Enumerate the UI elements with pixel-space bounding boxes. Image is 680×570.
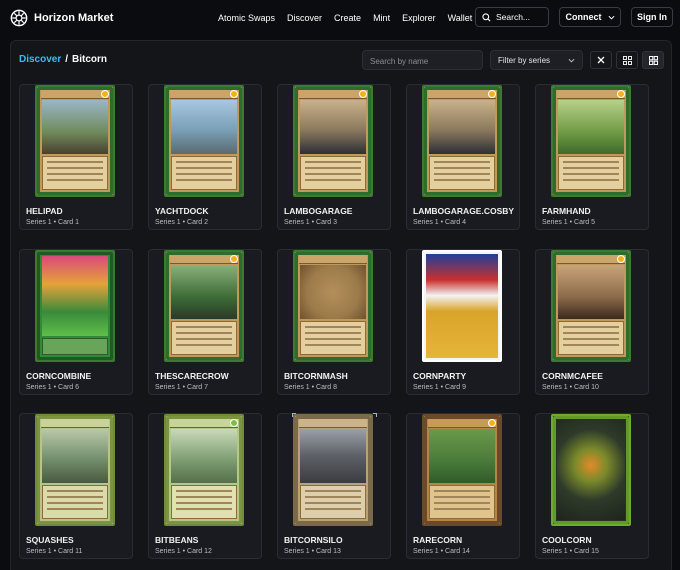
nft-card-lambogarage-cosby[interactable]: LAMBOGARAGE.COSBY Series 1 • Card 4 — [406, 84, 520, 230]
nft-card-thescarecrow[interactable]: THESCARECROW Series 1 • Card 7 — [148, 249, 262, 395]
breadcrumb-separator: / — [65, 54, 69, 65]
breadcrumb-current: Bitcorn — [72, 54, 108, 65]
card-subtitle: Series 1 • Card 3 — [284, 219, 338, 226]
card-subtitle: Series 1 • Card 13 — [284, 548, 341, 555]
card-name: LAMBOGARAGE.COSBY — [413, 206, 515, 216]
small-grid-icon — [622, 55, 632, 65]
series-filter-select[interactable]: Filter by series — [490, 50, 583, 70]
chevron-down-icon — [608, 15, 614, 20]
nft-card-cornmcafee[interactable]: CORNMCAFEE Series 1 • Card 10 — [535, 249, 649, 395]
large-grid-icon — [648, 55, 658, 65]
card-subtitle: Series 1 • Card 11 — [26, 548, 83, 555]
global-search-input[interactable] — [496, 12, 542, 22]
global-search[interactable] — [475, 7, 549, 27]
card-subtitle: Series 1 • Card 1 — [26, 219, 80, 226]
card-subtitle: Series 1 • Card 7 — [155, 384, 209, 391]
small-grid-view-button[interactable] — [616, 51, 638, 69]
card-name: BITBEANS — [155, 535, 199, 545]
card-image — [164, 250, 244, 362]
card-name: HELIPAD — [26, 206, 63, 216]
card-name: COOLCORN — [542, 535, 592, 545]
nft-card-cornparty[interactable]: CORNPARTY Series 1 • Card 9 — [406, 249, 520, 395]
app-name: Horizon Market — [34, 12, 114, 24]
card-subtitle: Series 1 • Card 12 — [155, 548, 212, 555]
card-image — [293, 85, 373, 197]
top-navigation-bar: Horizon Market Atomic Swaps Discover Cre… — [0, 0, 680, 36]
card-name: LAMBOGARAGE — [284, 206, 353, 216]
nav-atomic-swaps[interactable]: Atomic Swaps — [218, 13, 275, 23]
nav-explorer[interactable]: Explorer — [402, 13, 436, 23]
card-image — [422, 250, 502, 362]
card-image — [35, 414, 115, 526]
discover-panel: Discover / Bitcorn Filter by series — [10, 40, 672, 570]
breadcrumb: Discover / Bitcorn — [19, 54, 107, 65]
card-image — [293, 250, 373, 362]
close-icon — [597, 56, 605, 64]
card-subtitle: Series 1 • Card 8 — [284, 384, 338, 391]
card-name: CORNCOMBINE — [26, 371, 92, 381]
nft-card-rarecorn[interactable]: RARECORN Series 1 • Card 14 — [406, 413, 520, 559]
card-name: FARMHAND — [542, 206, 591, 216]
card-subtitle: Series 1 • Card 2 — [155, 219, 209, 226]
brand[interactable]: Horizon Market — [10, 9, 113, 27]
series-filter-label: Filter by series — [498, 55, 551, 65]
card-image — [35, 250, 115, 362]
nft-card-lambogarage[interactable]: LAMBOGARAGE Series 1 • Card 3 — [277, 84, 391, 230]
nft-card-squashes[interactable]: SQUASHES Series 1 • Card 11 — [19, 413, 133, 559]
card-subtitle: Series 1 • Card 14 — [413, 548, 470, 555]
main-nav: Atomic Swaps Discover Create Mint Explor… — [218, 0, 472, 36]
card-subtitle: Series 1 • Card 5 — [542, 219, 596, 226]
chevron-down-icon — [568, 58, 575, 63]
large-grid-view-button[interactable] — [642, 51, 664, 69]
card-art — [426, 254, 498, 358]
card-image — [551, 250, 631, 362]
card-name: THESCARECROW — [155, 371, 229, 381]
card-image — [551, 85, 631, 197]
nft-card-bitcornmash[interactable]: BITCORNMASH Series 1 • Card 8 — [277, 249, 391, 395]
card-name: RARECORN — [413, 535, 463, 545]
connect-label: Connect — [565, 12, 602, 22]
card-subtitle: Series 1 • Card 9 — [413, 384, 467, 391]
card-image — [164, 85, 244, 197]
clear-filter-button[interactable] — [590, 51, 612, 69]
sign-in-label: Sign In — [637, 12, 667, 22]
card-image — [422, 85, 502, 197]
search-icon — [482, 12, 491, 21]
breadcrumb-discover[interactable]: Discover — [19, 54, 61, 65]
connect-button[interactable]: Connect — [559, 7, 621, 27]
card-image — [551, 414, 631, 526]
nav-mint[interactable]: Mint — [373, 13, 390, 23]
card-name: CORNPARTY — [413, 371, 467, 381]
nft-card-bitcornsilo[interactable]: BITCORNSILO Series 1 • Card 13 — [277, 413, 391, 559]
card-name: BITCORNSILO — [284, 535, 343, 545]
nft-card-coolcorn[interactable]: COOLCORN Series 1 • Card 15 — [535, 413, 649, 559]
card-image — [164, 414, 244, 526]
horizon-logo-icon — [10, 9, 28, 27]
nft-card-farmhand[interactable]: FARMHAND Series 1 • Card 5 — [535, 84, 649, 230]
card-name: CORNMCAFEE — [542, 371, 603, 381]
card-name: SQUASHES — [26, 535, 74, 545]
card-subtitle: Series 1 • Card 10 — [542, 384, 599, 391]
card-subtitle: Series 1 • Card 4 — [413, 219, 467, 226]
name-search[interactable] — [362, 50, 483, 71]
card-name: BITCORNMASH — [284, 371, 348, 381]
nav-wallet[interactable]: Wallet — [448, 13, 473, 23]
nft-card-bitbeans[interactable]: BITBEANS Series 1 • Card 12 — [148, 413, 262, 559]
card-subtitle: Series 1 • Card 15 — [542, 548, 599, 555]
nft-card-helipad[interactable]: HELIPAD Series 1 • Card 1 — [19, 84, 133, 230]
card-image — [293, 414, 373, 526]
nft-card-yachtdock[interactable]: YACHTDOCK Series 1 • Card 2 — [148, 84, 262, 230]
nav-discover[interactable]: Discover — [287, 13, 322, 23]
sign-in-button[interactable]: Sign In — [631, 7, 673, 27]
card-image — [422, 414, 502, 526]
card-subtitle: Series 1 • Card 6 — [26, 384, 80, 391]
nft-card-corncombine[interactable]: CORNCOMBINE Series 1 • Card 6 — [19, 249, 133, 395]
card-image — [35, 85, 115, 197]
name-search-input[interactable] — [370, 52, 475, 71]
nav-create[interactable]: Create — [334, 13, 361, 23]
card-name: YACHTDOCK — [155, 206, 209, 216]
